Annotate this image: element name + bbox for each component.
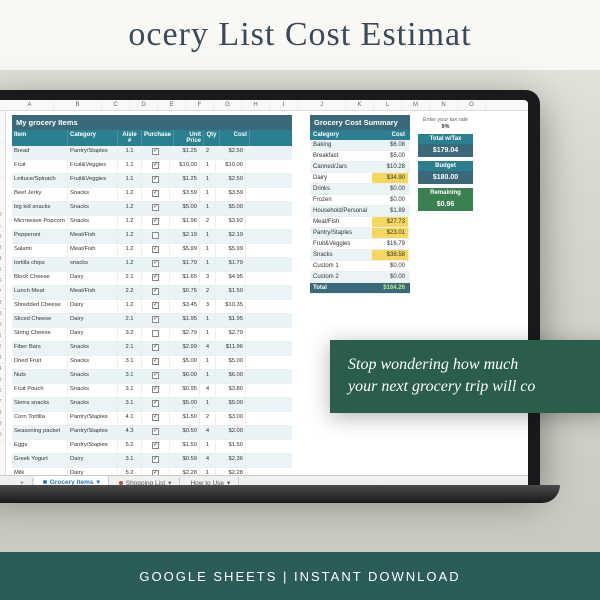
table-row[interactable]: Beef JerkySnacks1.2$3.591$3.59 bbox=[12, 188, 292, 202]
total-label: Total bbox=[310, 283, 372, 293]
banner-title: ocery List Cost Estimat bbox=[128, 16, 471, 54]
column-headers: ABCDEFGHIJKLMNO bbox=[0, 100, 528, 111]
stats-panel: Enter your tax rate 9% Total w/Tax $179.… bbox=[418, 115, 473, 294]
hdr-cost: Cost bbox=[220, 130, 250, 146]
callout-line-1: Stop wondering how much bbox=[348, 354, 592, 376]
spreadsheet-screen: ABCDEFGHIJKLMNO 123456789101112131415161… bbox=[0, 100, 528, 490]
summary-row: Canned/Jars$10.28 bbox=[310, 162, 410, 173]
table-row[interactable]: BreadPantry/Staples1.1$1.252$2.50 bbox=[12, 146, 292, 160]
total-tax-value: $179.04 bbox=[418, 144, 473, 157]
summary-row: Baking$6.08 bbox=[310, 140, 410, 151]
marketing-callout: Stop wondering how much your next grocer… bbox=[330, 340, 600, 413]
hdr-category: Category bbox=[68, 130, 118, 146]
sum-hdr-cost: Cost bbox=[372, 130, 408, 140]
table-row[interactable]: Fiber BarsSnacks2.1$2.994$11.96 bbox=[12, 342, 292, 356]
summary-row: Fruit&Veggies$16.79 bbox=[310, 239, 410, 250]
table-row[interactable]: Sliced CheeseDairy2.1$1.951$1.95 bbox=[12, 314, 292, 328]
hdr-purchase: Purchase bbox=[142, 130, 174, 146]
summary-header-row: Category Cost bbox=[310, 130, 410, 140]
budget-value[interactable]: $180.00 bbox=[418, 171, 473, 184]
laptop-base bbox=[0, 485, 560, 503]
footer-bar: GOOGLE SHEETS | INSTANT DOWNLOAD bbox=[0, 552, 600, 600]
tax-value[interactable]: 9% bbox=[418, 124, 473, 130]
summary-row: Custom 1$0.00 bbox=[310, 261, 410, 272]
product-title-banner: ocery List Cost Estimat bbox=[0, 0, 600, 70]
summary-total-row: Total $164.26 bbox=[310, 283, 410, 294]
total-value: $164.26 bbox=[372, 283, 408, 293]
table-row[interactable]: Microwave PopcornSnacks1.2$1.962$3.92 bbox=[12, 216, 292, 230]
list-title: My grocery Items bbox=[12, 115, 292, 130]
total-tax-label: Total w/Tax bbox=[418, 134, 473, 144]
table-row[interactable]: NutsSnacks3.1$6.001$6.00 bbox=[12, 370, 292, 384]
grocery-list-table: My grocery Items Item Category Aisle # P… bbox=[12, 115, 292, 471]
table-row[interactable]: Fruit PouchSnacks3.1$0.954$3.80 bbox=[12, 384, 292, 398]
table-row[interactable]: Seasoning packetPantry/Staples4.3$0.504$… bbox=[12, 426, 292, 440]
table-row[interactable]: String CheeseDairy3.2$2.791$2.79 bbox=[12, 328, 292, 342]
table-row[interactable]: Lettuce/SpinachFruit&Veggies1.1$1.251$2.… bbox=[12, 174, 292, 188]
table-row[interactable]: big kid snacksSnacks1.2$5.001$5.00 bbox=[12, 202, 292, 216]
summary-row: Dairy$34.90 bbox=[310, 173, 410, 184]
summary-row: Breakfast$5.00 bbox=[310, 151, 410, 162]
table-row[interactable]: Greek YogurtDairy3.1$0.594$2.36 bbox=[12, 454, 292, 468]
table-row[interactable]: Lunch MeatMeat/Fish2.2$0.752$1.50 bbox=[12, 286, 292, 300]
tax-label: Enter your tax rate bbox=[418, 117, 473, 123]
list-header-row: Item Category Aisle # Purchase Unit Pric… bbox=[12, 130, 292, 146]
table-row[interactable]: Sierra snacksSnacks3.1$5.001$5.00 bbox=[12, 398, 292, 412]
remaining-label: Remaining bbox=[418, 188, 473, 198]
table-row[interactable]: PepperoniMeat/Fish1.2$2.191$2.19 bbox=[12, 230, 292, 244]
hdr-item: Item bbox=[12, 130, 68, 146]
hdr-qty: Qty bbox=[204, 130, 220, 146]
remaining-value: $0.96 bbox=[418, 198, 473, 211]
table-row[interactable]: tortilla chipssnacks1.2$1.791$1.79 bbox=[12, 258, 292, 272]
summary-row: Meat/Fish$27.73 bbox=[310, 217, 410, 228]
footer-text: GOOGLE SHEETS | INSTANT DOWNLOAD bbox=[139, 569, 460, 584]
summary-row: Drinks$0.00 bbox=[310, 184, 410, 195]
table-row[interactable]: Block CheeseDairy2.1$1.653$4.95 bbox=[12, 272, 292, 286]
laptop-frame: ABCDEFGHIJKLMNO 123456789101112131415161… bbox=[0, 90, 540, 490]
cost-summary-table: Grocery Cost Summary Category Cost Bakin… bbox=[310, 115, 410, 294]
budget-label: Budget bbox=[418, 161, 473, 171]
hdr-unit: Unit Price bbox=[174, 130, 204, 146]
sum-hdr-cat: Category bbox=[310, 130, 372, 140]
summary-row: Household/Personal$1.89 bbox=[310, 206, 410, 217]
table-row[interactable]: Dried FruitSnacks3.1$5.001$5.00 bbox=[12, 356, 292, 370]
table-row[interactable]: FruitFruit&Veggies1.1$10.001$10.00 bbox=[12, 160, 292, 174]
table-row[interactable]: Shredded CheeseDairy1.2$3.453$10.35 bbox=[12, 300, 292, 314]
summary-row: Custom 2$0.00 bbox=[310, 272, 410, 283]
summary-row: Snacks$38.58 bbox=[310, 250, 410, 261]
callout-line-2: your next grocery trip will co bbox=[348, 376, 592, 398]
summary-title: Grocery Cost Summary bbox=[310, 115, 410, 130]
table-row[interactable]: EggsPantry/Staples5.2$1.501$1.50 bbox=[12, 440, 292, 454]
table-row[interactable]: Corn TortillaPantry/Staples4.1$1.502$3.0… bbox=[12, 412, 292, 426]
table-row[interactable]: SalamiMeat/Fish1.2$5.991$5.99 bbox=[12, 244, 292, 258]
summary-row: Pantry/Staples$23.01 bbox=[310, 228, 410, 239]
hdr-aisle: Aisle # bbox=[118, 130, 142, 146]
summary-row: Frozen$0.00 bbox=[310, 195, 410, 206]
